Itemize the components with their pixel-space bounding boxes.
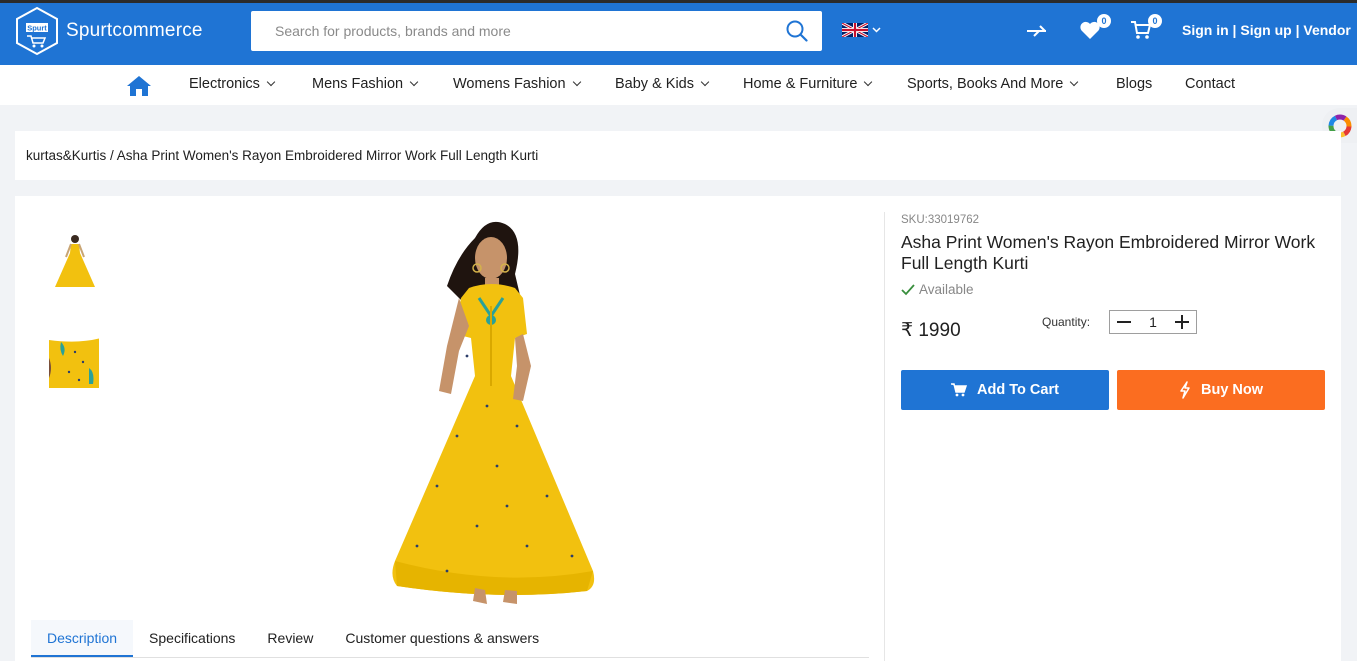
category-nav: Electronics Mens Fashion Womens Fashion … (0, 65, 1357, 105)
quantity-value[interactable]: 1 (1149, 314, 1157, 330)
auth-separator: | (1228, 22, 1241, 38)
kurti-thumbnail-image (49, 231, 99, 291)
nav-item-label: Electronics (189, 76, 260, 92)
search-icon (786, 20, 808, 42)
compare-icon (1027, 25, 1046, 37)
add-to-cart-label: Add To Cart (977, 382, 1059, 398)
nav-item-home-furniture[interactable]: Home & Furniture (743, 76, 873, 92)
yellow-kurti-model-image (392, 221, 595, 604)
product-main-image[interactable] (387, 216, 602, 606)
nav-item-label: Blogs (1116, 76, 1153, 92)
buy-now-button[interactable]: Buy Now (1117, 370, 1325, 410)
product-thumbnail-1[interactable] (48, 230, 100, 292)
chevron-down-icon (572, 77, 581, 87)
tab-specifications[interactable]: Specifications (133, 620, 251, 657)
quantity-label: Quantity: (1042, 315, 1091, 329)
chevron-down-icon (1070, 77, 1079, 87)
logo-hexagon-icon: Spurt (14, 6, 60, 56)
wishlist-button[interactable]: 0 (1079, 14, 1111, 45)
product-sku: SKU:33019762 (901, 214, 980, 226)
nav-item-baby-kids[interactable]: Baby & Kids (615, 76, 710, 92)
breadcrumb-category-link[interactable]: kurtas&Kurtis (26, 148, 106, 163)
check-icon (901, 283, 915, 295)
top-header: Spurt Spurtcommerce Search for products,… (0, 0, 1357, 65)
quantity-increase-button[interactable] (1174, 314, 1190, 330)
nav-item-label: Womens Fashion (453, 76, 566, 92)
tab-customer-questions[interactable]: Customer questions & answers (329, 620, 555, 657)
search-button[interactable] (772, 11, 822, 51)
availability-text: Available (919, 282, 974, 297)
logo-text: Spurtcommerce (66, 20, 203, 41)
nav-item-sports-books[interactable]: Sports, Books And More (907, 76, 1079, 92)
cart-icon (951, 383, 968, 397)
nav-item-mens-fashion[interactable]: Mens Fashion (312, 76, 419, 92)
quantity-stepper: 1 (1109, 310, 1197, 334)
logo-badge-text: Spurt (27, 24, 47, 33)
buy-now-label: Buy Now (1200, 382, 1264, 398)
panel-divider (884, 212, 885, 661)
chevron-down-icon (872, 27, 881, 33)
nav-item-label: Contact (1185, 76, 1235, 92)
home-icon (127, 76, 151, 96)
search-input[interactable] (251, 11, 772, 51)
home-button[interactable] (126, 75, 152, 102)
chevron-down-icon (700, 77, 710, 87)
nav-item-contact[interactable]: Contact (1185, 76, 1235, 92)
compare-button[interactable] (1025, 20, 1049, 45)
kurti-closeup-image (49, 328, 99, 388)
vendor-link[interactable]: Vendor (1303, 22, 1350, 38)
uk-flag-icon (842, 23, 868, 37)
product-thumbnail-2[interactable] (48, 327, 100, 389)
nav-item-womens-fashion[interactable]: Womens Fashion (453, 76, 581, 92)
quantity-decrease-button[interactable] (1116, 314, 1132, 330)
tab-description[interactable]: Description (31, 620, 134, 657)
cart-count-badge: 0 (1148, 14, 1162, 28)
chevron-down-icon (409, 77, 419, 87)
chevron-down-icon (864, 77, 873, 87)
search-bar (251, 11, 822, 51)
product-title: Asha Print Women's Rayon Embroidered Mir… (901, 232, 1316, 273)
breadcrumb-current: Asha Print Women's Rayon Embroidered Mir… (116, 148, 539, 163)
lightning-icon (1180, 381, 1190, 399)
tab-review[interactable]: Review (251, 620, 329, 657)
logo[interactable]: Spurt Spurtcommerce (14, 6, 203, 56)
auth-links: Sign in | Sign up | Vendor (1182, 22, 1351, 38)
product-tabs: Description Specifications Review Custom… (31, 620, 869, 658)
breadcrumb-separator: / (106, 148, 117, 163)
nav-item-electronics[interactable]: Electronics (189, 76, 276, 92)
breadcrumb: kurtas&Kurtis / Asha Print Women's Rayon… (15, 131, 1341, 180)
nav-item-label: Sports, Books And More (907, 76, 1064, 92)
sign-in-link[interactable]: Sign in (1182, 22, 1229, 38)
auth-separator: | (1291, 22, 1304, 38)
nav-item-label: Home & Furniture (743, 76, 858, 92)
add-to-cart-button[interactable]: Add To Cart (901, 370, 1109, 410)
nav-item-label: Mens Fashion (312, 76, 404, 92)
nav-item-blogs[interactable]: Blogs (1116, 76, 1152, 92)
availability-status: Available (901, 282, 974, 297)
wishlist-count-badge: 0 (1097, 14, 1111, 28)
product-panel: Description Specifications Review Custom… (15, 196, 1341, 661)
sign-up-link[interactable]: Sign up (1240, 22, 1291, 38)
cart-button[interactable]: 0 (1130, 14, 1162, 45)
language-selector[interactable] (842, 23, 881, 37)
chevron-down-icon (266, 77, 276, 87)
product-price: ₹ 1990 (901, 320, 961, 341)
nav-item-label: Baby & Kids (615, 76, 694, 92)
